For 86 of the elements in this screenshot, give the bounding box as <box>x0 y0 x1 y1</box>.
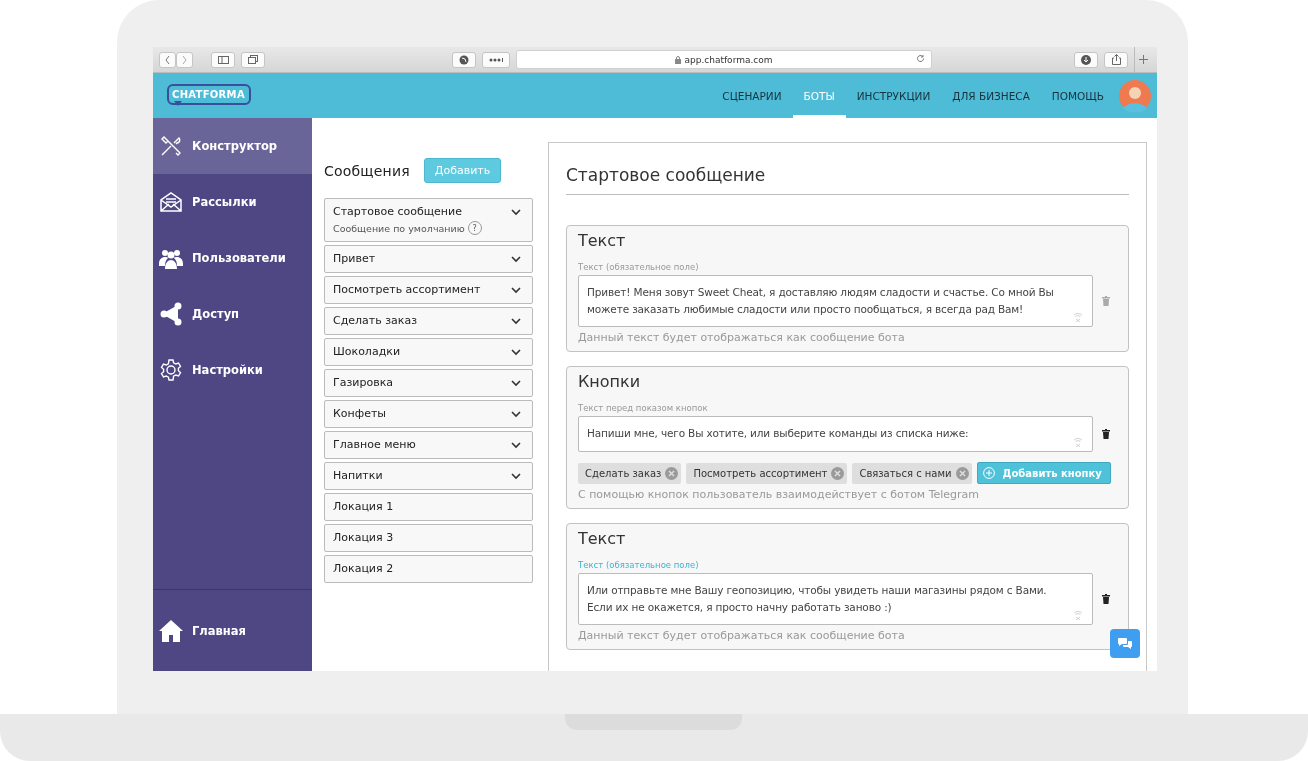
nav-tab[interactable]: ДЛЯ БИЗНЕСА <box>941 73 1041 118</box>
message-item[interactable]: Привет <box>324 245 533 273</box>
sidebar-icon <box>217 55 229 64</box>
wifi-off-icon <box>1073 610 1083 620</box>
more-button[interactable] <box>482 51 510 68</box>
home-icon <box>159 619 183 642</box>
sidebar-item[interactable]: Конструктор <box>153 118 312 174</box>
message-item[interactable]: Стартовое сообщение Сообщение по умолчанию ? <box>324 198 533 242</box>
new-tab-icon[interactable] <box>1138 55 1148 64</box>
share-button[interactable] <box>1104 51 1128 68</box>
chevron-down-icon <box>511 256 521 263</box>
wifi-off-icon <box>1073 437 1083 447</box>
bot-button-chip[interactable]: Связаться с нами <box>852 462 972 484</box>
message-item[interactable]: Шоколадки <box>324 338 533 366</box>
block-title: Текст <box>578 231 627 250</box>
settings-icon <box>159 358 183 382</box>
sidebar-item[interactable]: Рассылки <box>153 174 312 230</box>
more-icon <box>489 57 503 62</box>
chevron-down-icon <box>511 442 521 449</box>
sidebar-item[interactable]: Пользователи <box>153 230 312 286</box>
bot-button-chip[interactable]: Сделать заказ <box>578 462 682 484</box>
remove-icon[interactable] <box>831 466 845 480</box>
message-item[interactable]: Напитки <box>324 462 533 490</box>
item-subtitle: Сообщение по умолчанию <box>333 222 465 234</box>
message-text-field[interactable]: Привет! Меня зовут Sweet Cheat, я доставляю людям сладости и счастье. Со мной Вы можете заказать любимые сладости или просто пообщаться, я всегда рад Вам! <box>578 275 1093 327</box>
bot-button-chip[interactable]: Посмотреть ассортимент <box>686 462 848 484</box>
section-title: Сообщения <box>324 162 410 179</box>
share-icon <box>1111 54 1121 65</box>
editor-title: Стартовое сообщение <box>566 143 1129 195</box>
tab-overview-button[interactable] <box>241 51 265 68</box>
reload-icon[interactable] <box>916 54 925 63</box>
forward-icon <box>182 55 187 64</box>
message-item[interactable]: Конфеты <box>324 400 533 428</box>
field-label: Текст (обязательное поле) <box>578 560 700 570</box>
trash-icon[interactable] <box>1102 594 1110 604</box>
tools-icon <box>159 134 183 158</box>
message-item[interactable]: Локация 2 <box>324 555 533 583</box>
envelope-icon <box>159 190 183 214</box>
avatar[interactable] <box>1119 79 1151 112</box>
users-icon <box>159 247 183 269</box>
hint-text: Данный текст будет отображаться как сообщение бота <box>578 629 906 642</box>
field-label: Текст (обязательное поле) <box>578 262 700 272</box>
download-icon <box>1081 54 1091 65</box>
sidebar-item[interactable]: Настройки <box>153 342 312 398</box>
chevron-down-icon <box>511 411 521 418</box>
wifi-off-icon <box>1073 312 1083 322</box>
hint-text: С помощью кнопок пользователь взаимодействует с ботом Telegram <box>578 488 981 501</box>
extension-icon <box>459 54 469 65</box>
trash-icon[interactable] <box>1102 429 1110 439</box>
remove-icon[interactable] <box>665 466 679 480</box>
hint-text: Данный текст будет отображаться как сообщение бота <box>578 331 906 344</box>
back-icon <box>165 55 170 64</box>
message-item[interactable]: Посмотреть ассортимент <box>324 276 533 304</box>
sidebar-toggle-button[interactable] <box>211 51 235 68</box>
sidebar-item[interactable]: Доступ <box>153 286 312 342</box>
field-label: Текст перед показом кнопок <box>578 403 709 413</box>
message-item[interactable]: Локация 3 <box>324 524 533 552</box>
message-item[interactable]: Газировка <box>324 369 533 397</box>
plus-circle-icon <box>982 467 995 479</box>
nav-tab[interactable]: СЦЕНАРИИ <box>711 73 793 118</box>
sidebar-item[interactable]: Главная <box>153 602 312 659</box>
message-item[interactable]: Локация 1 <box>324 493 533 521</box>
chevron-down-icon <box>511 349 521 356</box>
chevron-down-icon <box>511 318 521 325</box>
block-title: Кнопки <box>578 372 642 391</box>
block-title: Текст <box>578 529 627 548</box>
downloads-button[interactable] <box>1074 51 1098 68</box>
lock-icon <box>675 55 682 64</box>
speech-bubbles-icon <box>1118 637 1132 650</box>
chat-button[interactable] <box>1110 629 1140 658</box>
chevron-down-icon <box>511 380 521 387</box>
share-icon <box>159 302 183 326</box>
message-item[interactable]: Сделать заказ <box>324 307 533 335</box>
back-button[interactable] <box>159 51 176 68</box>
extension-button[interactable] <box>452 51 476 68</box>
message-item[interactable]: Главное меню <box>324 431 533 459</box>
chevron-down-icon <box>511 473 521 480</box>
remove-icon[interactable] <box>955 466 969 480</box>
tabs-icon <box>248 55 258 64</box>
address-field[interactable]: app.chatforma.com <box>516 50 932 69</box>
message-text-field[interactable]: Напиши мне, чего Вы хотите, или выберите команды из списка ниже: <box>578 416 1093 452</box>
chevron-down-icon <box>511 287 521 294</box>
nav-tab[interactable]: ИНСТРУКЦИИ <box>845 73 942 118</box>
chevron-down-icon <box>511 209 521 216</box>
nav-tab[interactable]: ПОМОЩЬ <box>1040 73 1115 118</box>
message-text-field[interactable]: Или отправьте мне Вашу геопозицию, чтобы увидеть наши магазины рядом с Вами. Если их не окажется, я просто начну работать заново :) <box>578 573 1093 625</box>
